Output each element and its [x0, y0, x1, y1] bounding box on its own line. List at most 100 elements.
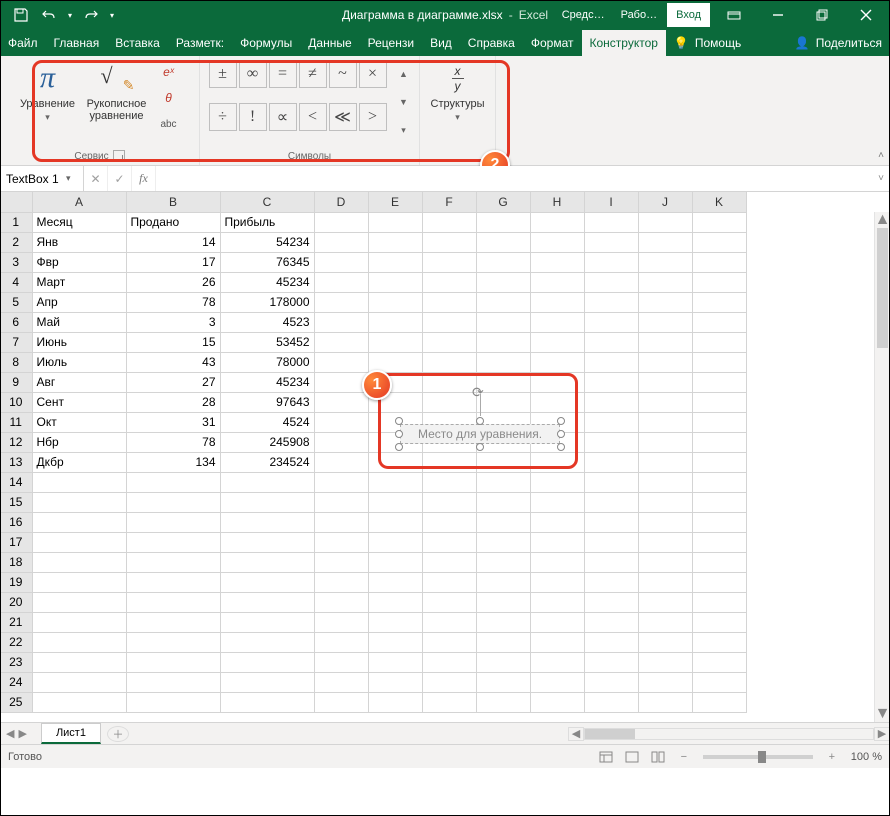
cell[interactable]: Июнь — [32, 332, 126, 352]
symbol-tilde[interactable]: ~ — [329, 60, 357, 88]
cell[interactable]: 17 — [126, 252, 220, 272]
cell[interactable] — [638, 552, 692, 572]
cell[interactable] — [368, 472, 422, 492]
cell[interactable]: Авг — [32, 372, 126, 392]
cell[interactable] — [692, 632, 746, 652]
cell[interactable] — [638, 272, 692, 292]
cell[interactable] — [692, 232, 746, 252]
cell[interactable] — [368, 292, 422, 312]
cell[interactable]: 76345 — [220, 252, 314, 272]
cell[interactable] — [530, 312, 584, 332]
cell[interactable] — [638, 592, 692, 612]
resize-handle[interactable] — [395, 430, 403, 438]
cell[interactable]: Март — [32, 272, 126, 292]
cell[interactable] — [638, 252, 692, 272]
cell[interactable] — [126, 532, 220, 552]
scroll-left-icon[interactable]: ◀ — [568, 727, 584, 741]
cell[interactable] — [692, 672, 746, 692]
cell[interactable] — [476, 632, 530, 652]
cell[interactable]: 45234 — [220, 272, 314, 292]
cell[interactable] — [638, 212, 692, 232]
cell[interactable] — [314, 632, 368, 652]
professional-icon[interactable]: eˣ — [155, 60, 183, 84]
cell[interactable] — [584, 552, 638, 572]
cell[interactable] — [692, 392, 746, 412]
cell[interactable]: Нбр — [32, 432, 126, 452]
column-header[interactable]: B — [126, 192, 220, 212]
row-header[interactable]: 7 — [0, 332, 32, 352]
cell[interactable] — [476, 692, 530, 712]
qat-customize-icon[interactable]: ▾ — [106, 3, 118, 27]
cell[interactable] — [692, 472, 746, 492]
resize-handle[interactable] — [557, 417, 565, 425]
cell[interactable] — [220, 632, 314, 652]
symbol-lt[interactable]: < — [299, 103, 327, 131]
cell[interactable] — [126, 612, 220, 632]
row-header[interactable]: 17 — [0, 532, 32, 552]
cell[interactable] — [32, 592, 126, 612]
add-sheet-icon[interactable]: ＋ — [107, 726, 129, 742]
cell[interactable] — [476, 372, 530, 392]
cell[interactable] — [314, 412, 368, 432]
row-header[interactable]: 25 — [0, 692, 32, 712]
cell[interactable] — [530, 532, 584, 552]
hscroll-thumb[interactable] — [585, 729, 635, 739]
cell[interactable] — [368, 352, 422, 372]
cell[interactable] — [314, 532, 368, 552]
column-header[interactable]: D — [314, 192, 368, 212]
cell[interactable] — [476, 292, 530, 312]
cell[interactable] — [32, 572, 126, 592]
cell[interactable] — [638, 532, 692, 552]
column-header[interactable]: A — [32, 192, 126, 212]
cancel-icon[interactable]: ✕ — [84, 166, 108, 191]
cell[interactable] — [126, 672, 220, 692]
cell[interactable] — [530, 652, 584, 672]
cell[interactable]: 45234 — [220, 372, 314, 392]
cell[interactable] — [220, 512, 314, 532]
tab-review[interactable]: Рецензи — [360, 30, 422, 56]
cell[interactable]: Фвр — [32, 252, 126, 272]
cell[interactable] — [126, 472, 220, 492]
cell[interactable] — [314, 492, 368, 512]
cell[interactable] — [314, 292, 368, 312]
cell[interactable]: 78 — [126, 292, 220, 312]
cell[interactable] — [314, 472, 368, 492]
cell[interactable] — [530, 292, 584, 312]
cell[interactable] — [692, 372, 746, 392]
cell[interactable] — [220, 472, 314, 492]
cell[interactable] — [422, 312, 476, 332]
tell-me[interactable]: 💡Помощь — [666, 30, 749, 56]
cell[interactable] — [476, 532, 530, 552]
cell[interactable] — [476, 312, 530, 332]
cell[interactable] — [692, 272, 746, 292]
cell[interactable] — [220, 552, 314, 572]
cell[interactable] — [638, 392, 692, 412]
cell[interactable] — [476, 672, 530, 692]
cell[interactable] — [530, 352, 584, 372]
symbol-fact[interactable]: ! — [239, 103, 267, 131]
zoom-out-icon[interactable]: − — [671, 748, 697, 766]
cell[interactable] — [584, 212, 638, 232]
cell[interactable] — [692, 592, 746, 612]
cell[interactable] — [476, 572, 530, 592]
row-header[interactable]: 23 — [0, 652, 32, 672]
cell[interactable] — [220, 532, 314, 552]
zoom-slider-knob[interactable] — [758, 751, 766, 763]
cell[interactable] — [638, 412, 692, 432]
cell[interactable]: 31 — [126, 412, 220, 432]
cell[interactable] — [220, 612, 314, 632]
symbol-eq[interactable]: = — [269, 60, 297, 88]
dialog-launcher-icon[interactable] — [113, 150, 125, 162]
equation-button[interactable]: π Уравнение ▾ — [17, 60, 79, 136]
cell[interactable] — [638, 472, 692, 492]
cell[interactable] — [368, 252, 422, 272]
cell[interactable] — [530, 512, 584, 532]
cell[interactable] — [126, 512, 220, 532]
cell[interactable] — [422, 532, 476, 552]
cell[interactable] — [314, 272, 368, 292]
cell[interactable] — [422, 212, 476, 232]
cell[interactable] — [638, 652, 692, 672]
row-header[interactable]: 19 — [0, 572, 32, 592]
row-header[interactable]: 3 — [0, 252, 32, 272]
cell[interactable] — [32, 632, 126, 652]
